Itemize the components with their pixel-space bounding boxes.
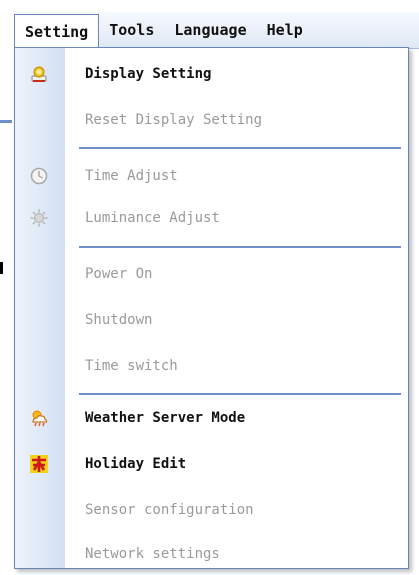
display-setting-icon xyxy=(29,64,49,84)
menu-item-luminance-adjust[interactable]: Luminance Adjust xyxy=(15,200,408,236)
menu-item-time-switch[interactable]: Time switch xyxy=(15,348,408,384)
menu-separator xyxy=(79,393,401,395)
menu-separator xyxy=(79,147,401,149)
menu-item-power-on[interactable]: Power On xyxy=(15,256,408,292)
setting-dropdown: Display Setting Reset Display Setting Ti… xyxy=(14,47,409,569)
menu-tools[interactable]: Tools xyxy=(99,12,164,48)
menu-item-label: Display Setting xyxy=(85,66,212,82)
menu-item-holiday-edit[interactable]: Holiday Edit xyxy=(15,446,408,482)
menu-item-label: Weather Server Mode xyxy=(85,410,246,426)
menu-item-label: Reset Display Setting xyxy=(85,112,263,128)
holiday-icon xyxy=(29,454,49,474)
menu-item-label: Power On xyxy=(85,266,153,282)
menu-item-shutdown[interactable]: Shutdown xyxy=(15,302,408,338)
menu-item-sensor-configuration[interactable]: Sensor configuration xyxy=(15,492,408,528)
menu-item-label: Sensor configuration xyxy=(85,502,254,518)
menu-item-label: Holiday Edit xyxy=(85,456,187,472)
background-divider xyxy=(0,120,12,123)
menu-item-time-adjust[interactable]: Time Adjust xyxy=(15,158,408,194)
menu-item-label: Time Adjust xyxy=(85,168,178,184)
menu-item-reset-display-setting[interactable]: Reset Display Setting xyxy=(15,102,408,138)
menu-bar: Setting Tools Language Help xyxy=(14,12,419,49)
weather-icon xyxy=(29,408,49,428)
menu-help[interactable]: Help xyxy=(257,12,313,48)
menu-separator xyxy=(79,246,401,248)
background-mark xyxy=(0,262,3,274)
menu-item-label: Time switch xyxy=(85,358,178,374)
menu-setting[interactable]: Setting xyxy=(14,14,100,48)
luminance-icon xyxy=(29,208,49,228)
menu-item-label: Shutdown xyxy=(85,312,153,328)
menu-item-display-setting[interactable]: Display Setting xyxy=(15,56,408,92)
menu-item-weather-server-mode[interactable]: Weather Server Mode xyxy=(15,400,408,436)
background-window-edge xyxy=(0,0,14,575)
menu-item-network-settings[interactable]: Network settings xyxy=(15,536,408,568)
menu-item-label: Network settings xyxy=(85,546,220,562)
menu-item-label: Luminance Adjust xyxy=(85,210,220,226)
clock-icon xyxy=(29,166,49,186)
menu-language[interactable]: Language xyxy=(164,12,256,48)
background-window xyxy=(0,0,419,12)
